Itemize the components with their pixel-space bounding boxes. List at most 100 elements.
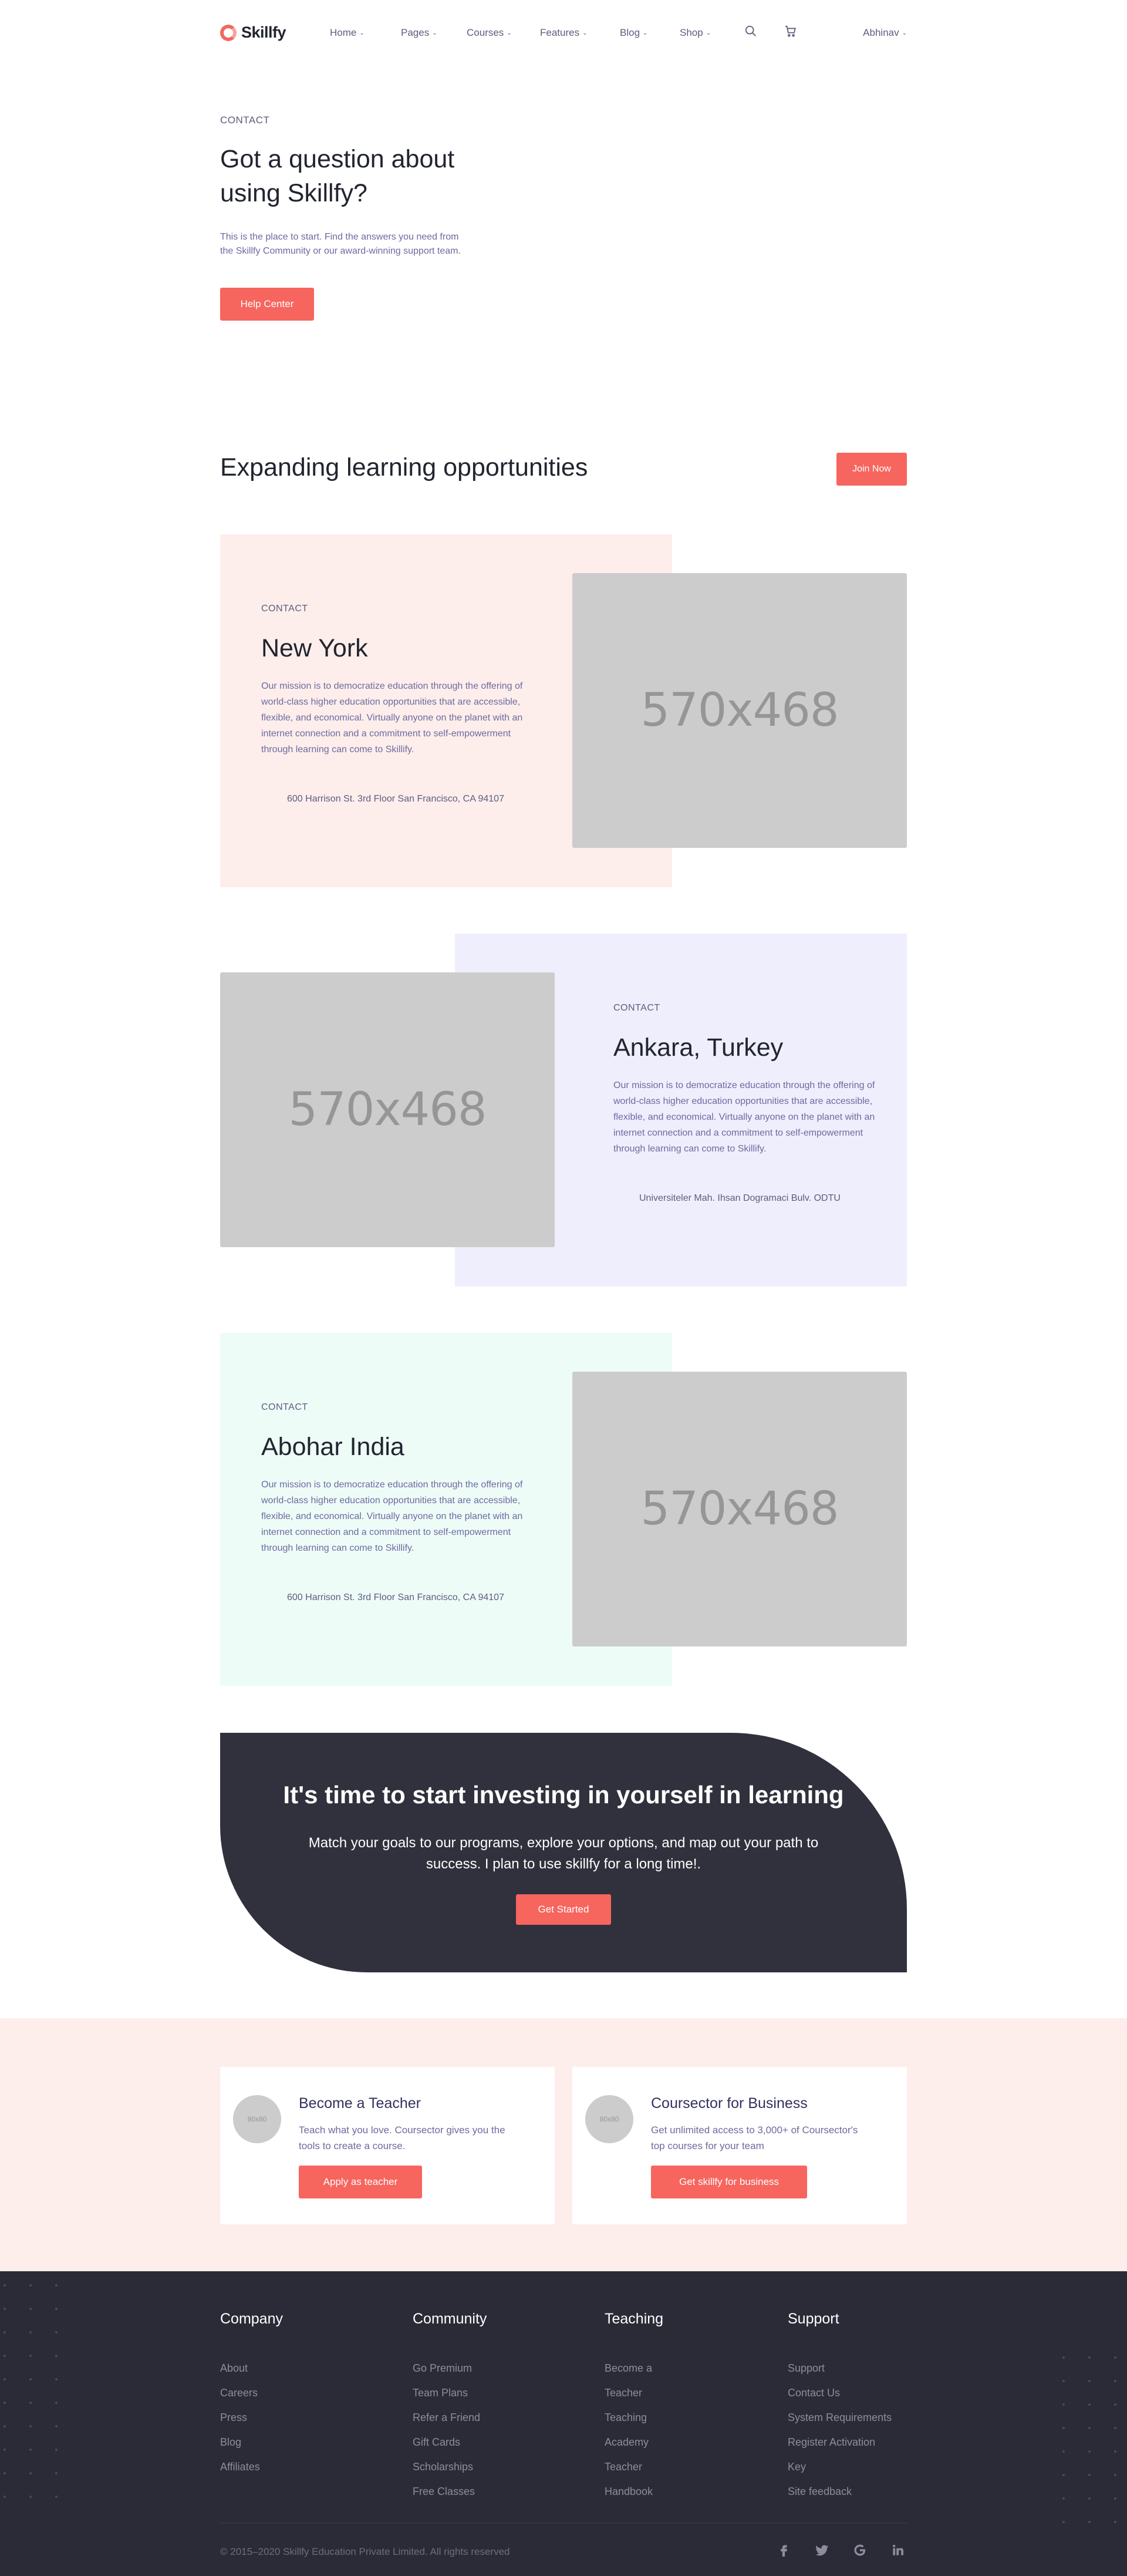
cta-title: It's time to start investing in yourself… — [283, 1781, 844, 1809]
footer-link[interactable]: Refer a Friend — [413, 2405, 487, 2430]
location-text: Our mission is to democratize education … — [261, 681, 523, 755]
footer-link[interactable]: Key — [788, 2454, 892, 2479]
footer-link[interactable]: Become a — [605, 2356, 663, 2380]
avatar: 80x80 — [585, 2095, 633, 2143]
brand-name: Skillfy — [241, 23, 286, 41]
nav-label: Blog — [620, 27, 640, 38]
location-eyebrow: CONTACT — [261, 604, 308, 614]
chevron-down-icon: ⌄ — [582, 29, 588, 36]
location-title: Ankara, Turkey — [613, 1033, 784, 1062]
search-icon[interactable] — [744, 25, 757, 38]
user-menu[interactable]: Abhinav ⌄ — [863, 27, 907, 39]
site-header: Skillfy Home ⌄ Pages ⌄ Courses ⌄ Features ⌄ … — [0, 0, 1127, 66]
nav-item-features[interactable]: Features ⌄ — [540, 27, 587, 39]
dot-pattern-right — [1062, 2356, 1116, 2523]
cart-icon[interactable] — [784, 25, 797, 38]
site-footer — [0, 2271, 1127, 2576]
location-text: Our mission is to democratize education … — [613, 1080, 875, 1154]
location-address: 600 Harrison St. 3rd Floor San Francisco… — [287, 794, 504, 804]
footer-column-teaching: Teaching Become a Teacher Teaching Acade… — [605, 2311, 663, 2504]
footer-link[interactable]: Gift Cards — [413, 2430, 487, 2454]
footer-link[interactable]: Team Plans — [413, 2380, 487, 2405]
location-image: 570x468 — [220, 972, 555, 1247]
card-text: Get unlimited access to 3,000+ of Course… — [651, 2124, 858, 2151]
nav-label: Home — [330, 27, 357, 38]
section-title: Expanding learning opportunities — [220, 453, 588, 481]
nav-item-courses[interactable]: Courses ⌄ — [467, 27, 512, 39]
footer-link[interactable]: Blog — [220, 2430, 283, 2454]
chevron-down-icon: ⌄ — [359, 29, 365, 36]
footer-column-title: Company — [220, 2311, 283, 2327]
footer-link[interactable]: Press — [220, 2405, 283, 2430]
get-skillfy-for-business-button[interactable]: Get skillfy for business — [651, 2166, 807, 2198]
card-title: Become a Teacher — [299, 2095, 421, 2112]
nav-item-shop[interactable]: Shop ⌄ — [680, 27, 711, 39]
chevron-down-icon: ⌄ — [706, 29, 711, 36]
footer-link[interactable]: System Requirements — [788, 2405, 892, 2430]
footer-column-title: Teaching — [605, 2311, 664, 2327]
location-image: 570x468 — [572, 573, 907, 848]
hero-title-line2: using Skillfy? — [220, 179, 367, 207]
help-center-button[interactable]: Help Center — [220, 288, 314, 321]
hero-title: Got a question about using Skillfy? — [220, 142, 525, 210]
location-eyebrow: CONTACT — [613, 1003, 660, 1013]
footer-link[interactable]: Teacher — [605, 2380, 663, 2405]
nav-item-pages[interactable]: Pages ⌄ — [401, 27, 437, 39]
chevron-down-icon: ⌄ — [432, 29, 437, 36]
footer-link[interactable]: About — [220, 2356, 283, 2380]
footer-link[interactable]: Careers — [220, 2380, 283, 2405]
footer-column-title: Community — [413, 2311, 487, 2327]
footer-link[interactable]: Scholarships — [413, 2454, 487, 2479]
business-card: 80x80 Coursector for Business Get unlimi… — [572, 2067, 907, 2224]
footer-link[interactable]: Contact Us — [788, 2380, 892, 2405]
card-text: Teach what you love. Coursector gives yo… — [299, 2124, 505, 2151]
join-now-button[interactable]: Join Now — [836, 453, 907, 486]
location-title: New York — [261, 634, 368, 662]
twitter-icon[interactable] — [814, 2543, 829, 2558]
nav-item-blog[interactable]: Blog ⌄ — [620, 27, 647, 39]
footer-link[interactable]: Handbook — [605, 2479, 663, 2504]
nav-label: Features — [540, 27, 580, 38]
location-image: 570x468 — [572, 1372, 907, 1646]
nav-label: Courses — [467, 27, 504, 38]
location-title: Abohar India — [261, 1433, 404, 1461]
footer-column-company: Company About Careers Press Blog Affilia… — [220, 2311, 283, 2479]
teacher-band — [0, 2018, 1127, 2271]
footer-column-support: Support Support Contact Us System Requir… — [788, 2311, 892, 2504]
hero-text: This is the place to start. Find the ans… — [220, 232, 461, 256]
footer-link[interactable]: Go Premium — [413, 2356, 487, 2380]
footer-link[interactable]: Affiliates — [220, 2454, 283, 2479]
footer-link[interactable]: Free Classes — [413, 2479, 487, 2504]
location-text: Our mission is to democratize education … — [261, 1480, 523, 1553]
linkedin-icon[interactable] — [890, 2543, 906, 2558]
footer-column-title: Support — [788, 2311, 839, 2327]
copyright: © 2015–2020 Skillfy Education Private Li… — [220, 2546, 510, 2557]
hero-title-line1: Got a question about — [220, 145, 455, 173]
location-address: 600 Harrison St. 3rd Floor San Francisco… — [287, 1592, 504, 1602]
chevron-down-icon: ⌄ — [902, 29, 907, 36]
nav-item-home[interactable]: Home ⌄ — [330, 27, 365, 39]
facebook-icon[interactable] — [776, 2543, 791, 2558]
dot-pattern-left — [4, 2284, 58, 2498]
footer-link[interactable]: Teaching — [605, 2405, 663, 2430]
chevron-down-icon: ⌄ — [643, 29, 648, 36]
footer-link[interactable]: Support — [788, 2356, 892, 2380]
footer-link[interactable]: Site feedback — [788, 2479, 892, 2504]
footer-link[interactable]: Register Activation — [788, 2430, 892, 2454]
apply-as-teacher-button[interactable]: Apply as teacher — [299, 2166, 422, 2198]
logo-icon — [220, 24, 237, 41]
cta-banner: It's time to start investing in yourself… — [220, 1733, 907, 1972]
chevron-down-icon: ⌄ — [507, 29, 512, 36]
nav-label: Pages — [401, 27, 430, 38]
logo[interactable]: Skillfy — [220, 23, 286, 42]
user-name: Abhinav — [863, 27, 899, 38]
footer-link[interactable]: Academy — [605, 2430, 663, 2454]
avatar: 80x80 — [233, 2095, 281, 2143]
location-eyebrow: CONTACT — [261, 1402, 308, 1412]
google-icon[interactable] — [852, 2543, 868, 2558]
footer-link[interactable]: Teacher — [605, 2454, 663, 2479]
hero-eyebrow: CONTACT — [220, 115, 270, 126]
footer-column-community: Community Go Premium Team Plans Refer a … — [413, 2311, 487, 2504]
get-started-button[interactable]: Get Started — [516, 1894, 611, 1925]
teacher-card: 80x80 Become a Teacher Teach what you lo… — [220, 2067, 555, 2224]
